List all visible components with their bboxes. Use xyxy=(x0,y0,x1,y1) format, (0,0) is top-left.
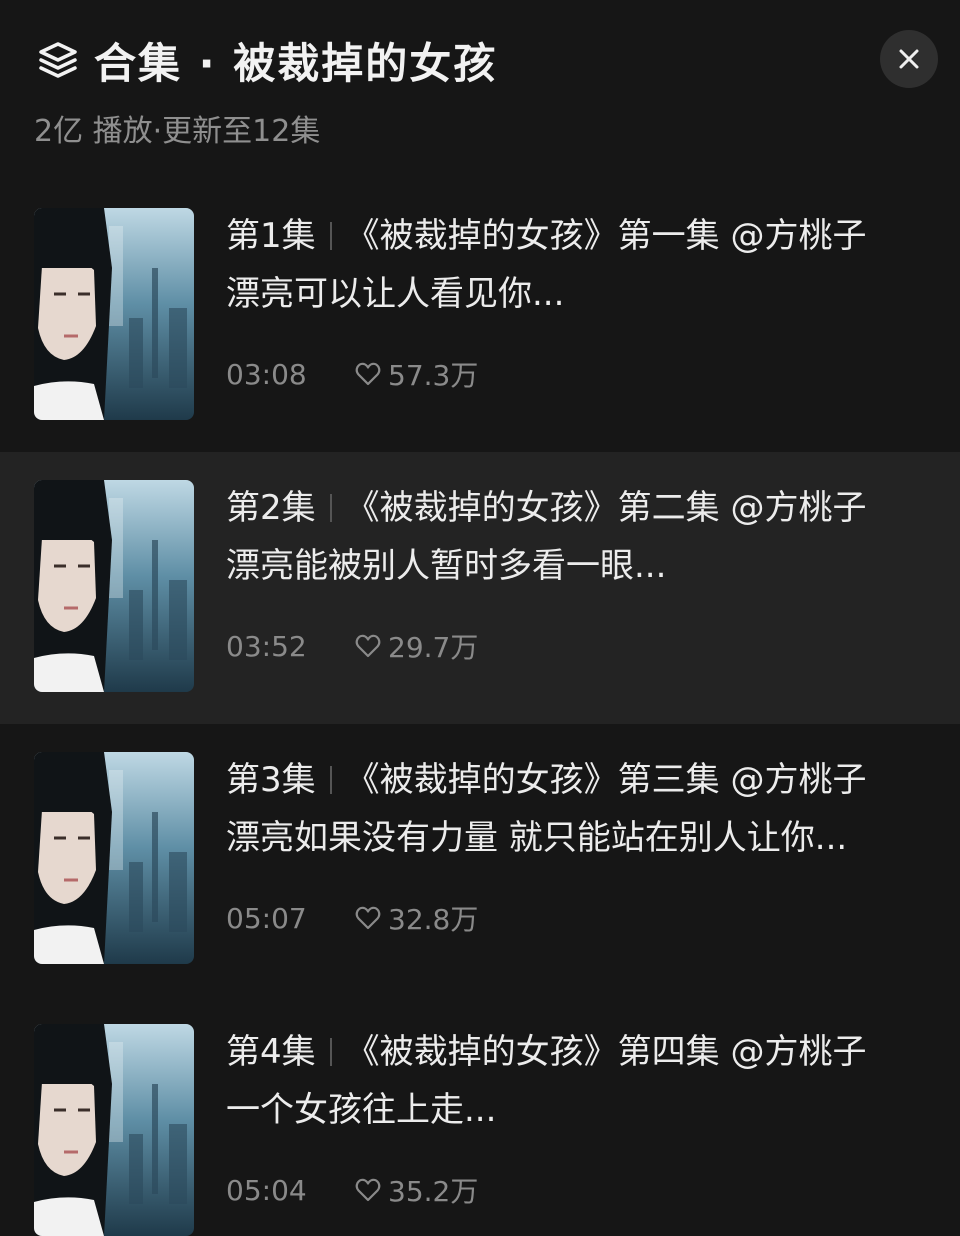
episode-item[interactable]: 第4集 《被裁掉的女孩》第四集 @方桃子 一个女孩往上走... 05:04 35… xyxy=(0,996,960,1236)
episode-thumbnail[interactable] xyxy=(34,1024,194,1236)
heart-icon xyxy=(355,906,381,930)
collection-stats: 2亿 播放·更新至12集 xyxy=(34,114,321,149)
divider xyxy=(329,494,332,522)
episode-duration: 05:07 xyxy=(226,901,307,935)
episode-description: 漂亮如果没有力量 就只能站在别人让你... xyxy=(226,818,848,858)
episode-title-line: 第2集 《被裁掉的女孩》第二集 @方桃子 xyxy=(226,486,926,530)
heart-icon xyxy=(355,1178,381,1202)
episode-title-line: 第3集 《被裁掉的女孩》第三集 @方桃子 xyxy=(226,758,926,802)
episode-meta: 03:08 57.3万 xyxy=(226,354,478,394)
episode-item[interactable]: 第3集 《被裁掉的女孩》第三集 @方桃子 漂亮如果没有力量 就只能站在别人让你.… xyxy=(0,724,960,996)
episode-title: 《被裁掉的女孩》第一集 @方桃子 xyxy=(345,216,867,256)
episode-meta: 05:07 32.8万 xyxy=(226,898,478,938)
episode-likes: 57.3万 xyxy=(388,359,479,392)
close-icon xyxy=(899,49,919,69)
divider xyxy=(329,766,332,794)
episode-title: 《被裁掉的女孩》第四集 @方桃子 xyxy=(345,1032,867,1072)
layers-stack-icon xyxy=(39,42,77,78)
episode-duration: 03:08 xyxy=(226,357,307,391)
episode-number: 第1集 xyxy=(226,216,316,256)
title-row: 合集 · 被裁掉的女孩 xyxy=(36,30,497,90)
episode-description: 漂亮可以让人看见你... xyxy=(226,274,565,314)
episode-item[interactable]: 第2集 《被裁掉的女孩》第二集 @方桃子 漂亮能被别人暂时多看一眼... 03:… xyxy=(0,452,960,724)
episode-description: 一个女孩往上走... xyxy=(226,1090,497,1130)
episode-thumbnail[interactable] xyxy=(34,752,194,964)
episode-number: 第4集 xyxy=(226,1032,316,1072)
episode-title-line: 第4集 《被裁掉的女孩》第四集 @方桃子 xyxy=(226,1030,926,1074)
episode-title-line: 第1集 《被裁掉的女孩》第一集 @方桃子 xyxy=(226,214,926,258)
heart-icon xyxy=(355,362,381,386)
episode-likes: 29.7万 xyxy=(388,631,479,664)
collection-title: 合集 · 被裁掉的女孩 xyxy=(94,38,498,88)
episode-title: 《被裁掉的女孩》第三集 @方桃子 xyxy=(345,760,867,800)
heart-icon xyxy=(355,634,381,658)
episode-title: 《被裁掉的女孩》第二集 @方桃子 xyxy=(345,488,867,528)
episode-number: 第3集 xyxy=(226,760,316,800)
episode-duration: 05:04 xyxy=(226,1173,307,1207)
episode-duration: 03:52 xyxy=(226,629,307,663)
episode-item[interactable]: 第1集 《被裁掉的女孩》第一集 @方桃子 漂亮可以让人看见你... 03:08 … xyxy=(0,180,960,452)
episode-meta: 05:04 35.2万 xyxy=(226,1170,478,1210)
episode-number: 第2集 xyxy=(226,488,316,528)
close-button[interactable] xyxy=(880,30,938,88)
episode-description: 漂亮能被别人暂时多看一眼... xyxy=(226,546,667,586)
episode-likes: 32.8万 xyxy=(388,903,479,936)
episode-meta: 03:52 29.7万 xyxy=(226,626,478,666)
episode-thumbnail[interactable] xyxy=(34,208,194,420)
collection-header: 合集 · 被裁掉的女孩 2亿 播放·更新至12集 xyxy=(0,0,960,180)
episode-likes: 35.2万 xyxy=(388,1175,479,1208)
episode-thumbnail[interactable] xyxy=(34,480,194,692)
collection-panel: 合集 · 被裁掉的女孩 2亿 播放·更新至12集 第1集 《被裁掉的女孩》第一集… xyxy=(0,0,960,1236)
divider xyxy=(329,222,332,250)
divider xyxy=(329,1038,332,1066)
